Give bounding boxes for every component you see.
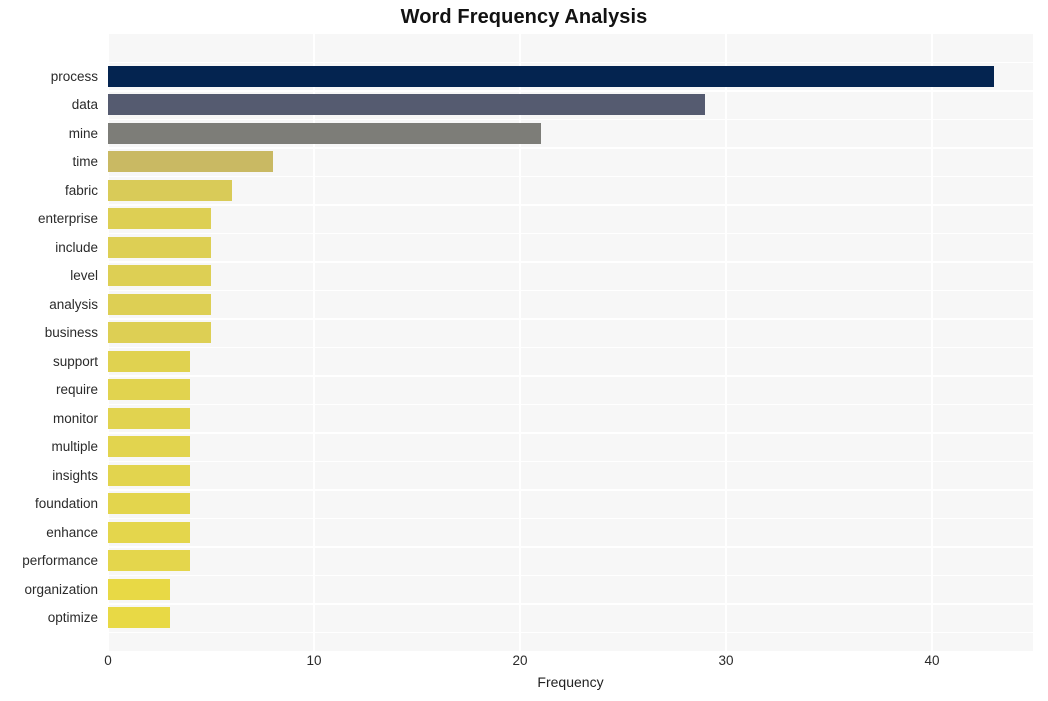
gridline-horizontal [108, 631, 1033, 634]
bar [108, 236, 211, 258]
gridline-vertical [725, 34, 727, 651]
y-tick-label: monitor [52, 410, 98, 426]
gridline-horizontal [108, 574, 1033, 577]
y-tick-label: level [70, 268, 98, 283]
gridline-horizontal [108, 460, 1033, 463]
bar [108, 322, 211, 343]
y-tick-label: organization [24, 581, 98, 597]
gridline-horizontal [108, 403, 1033, 406]
bar [108, 94, 706, 115]
gridline-horizontal [108, 346, 1033, 349]
x-axis-label: Frequency [537, 674, 604, 690]
gridline-horizontal [108, 375, 1033, 377]
y-tick-label: foundation [34, 496, 98, 511]
bar [108, 122, 541, 144]
gridline-horizontal [108, 517, 1033, 520]
bar [108, 65, 994, 87]
y-tick-label: business [44, 325, 98, 340]
bar [108, 151, 273, 172]
y-tick-label: mine [68, 125, 98, 141]
y-tick-label: data [71, 97, 98, 112]
bar [108, 265, 211, 286]
y-tick-label: enterprise [37, 211, 98, 226]
bar [108, 550, 191, 571]
gridline-horizontal [108, 603, 1033, 605]
y-tick-label: enhance [46, 524, 98, 540]
gridline-horizontal [108, 489, 1033, 491]
y-tick-label: optimize [47, 610, 98, 625]
bar [108, 578, 170, 600]
y-axis-tick-labels: process data mine time fabric enterprise inclu… [0, 34, 102, 651]
chart-figure: Word Frequency Analysis process data mine t… [0, 0, 1048, 701]
gridline-horizontal [108, 61, 1033, 64]
y-tick-label: require [55, 382, 98, 397]
x-tick-label: 30 [718, 653, 734, 668]
x-tick-label: 0 [104, 653, 112, 668]
bar [108, 607, 170, 628]
gridline-horizontal [108, 546, 1033, 548]
y-tick-label: support [52, 353, 98, 369]
bar [108, 436, 191, 457]
bar [108, 464, 191, 486]
y-tick-label: process [50, 68, 98, 84]
x-tick-label: 10 [306, 653, 322, 668]
x-tick-label: 40 [924, 653, 940, 668]
gridline-horizontal [108, 147, 1033, 149]
gridline-horizontal [108, 204, 1033, 206]
gridline-horizontal [108, 432, 1033, 434]
bar [108, 179, 232, 201]
y-tick-label: analysis [49, 296, 98, 312]
bar [108, 208, 211, 229]
bar [108, 521, 191, 543]
y-tick-label: include [55, 239, 98, 255]
y-tick-label: performance [22, 553, 98, 568]
bar [108, 350, 191, 372]
gridline-vertical [931, 34, 933, 651]
bar [108, 493, 191, 514]
y-tick-label: time [72, 154, 98, 169]
bar [108, 379, 191, 400]
y-tick-label: insights [52, 467, 98, 483]
gridline-horizontal [108, 232, 1033, 235]
bar [108, 293, 211, 315]
gridline-horizontal [108, 318, 1033, 320]
gridline-horizontal [108, 90, 1033, 92]
y-tick-label: fabric [64, 182, 98, 198]
gridline-horizontal [108, 118, 1033, 121]
x-tick-label: 20 [512, 653, 528, 668]
gridline-horizontal [108, 289, 1033, 292]
chart-title: Word Frequency Analysis [400, 6, 648, 28]
gridline-horizontal [108, 175, 1033, 178]
gridline-horizontal [108, 261, 1033, 263]
plot-area [108, 34, 1033, 651]
bar [108, 407, 191, 429]
y-tick-label: multiple [51, 439, 98, 454]
